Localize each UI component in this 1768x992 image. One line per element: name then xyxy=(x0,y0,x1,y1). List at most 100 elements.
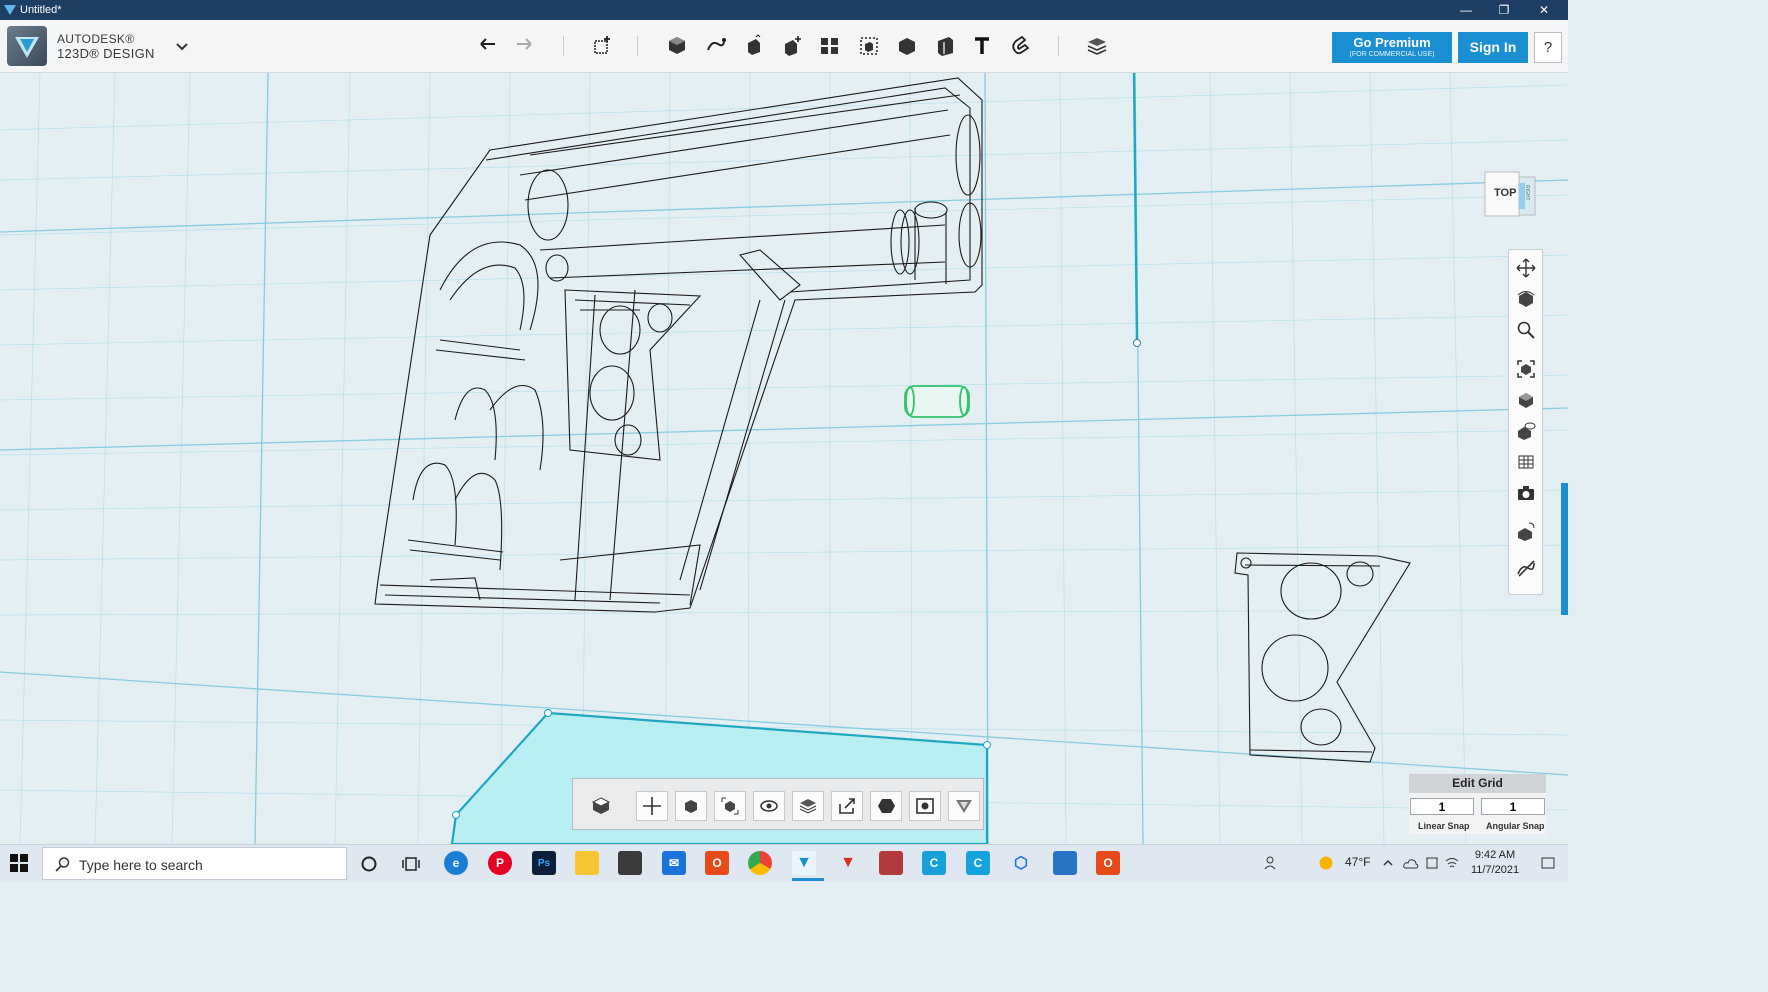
redo-button[interactable] xyxy=(510,32,538,60)
weather-temperature[interactable]: 47°F xyxy=(1345,855,1370,869)
task-view-icon[interactable] xyxy=(402,855,420,873)
wifi-icon[interactable] xyxy=(1445,856,1459,870)
text-button[interactable] xyxy=(968,32,996,60)
layers-button[interactable] xyxy=(792,791,824,821)
pinterest-icon[interactable]: P xyxy=(488,851,512,875)
snap-view-button[interactable] xyxy=(1513,518,1538,543)
3d-viewer-icon[interactable]: ⬡ xyxy=(1009,851,1033,875)
export-button[interactable] xyxy=(831,791,863,821)
app-menu-logo[interactable] xyxy=(7,26,47,66)
grid-cube-icon xyxy=(1518,455,1533,468)
close-button[interactable]: ✕ xyxy=(1526,0,1562,20)
construct-button[interactable] xyxy=(740,32,768,60)
windows-start-icon[interactable] xyxy=(10,854,28,872)
redo-icon xyxy=(517,38,532,50)
taskbar-clock[interactable]: 9:42 AM 11/7/2021 xyxy=(1460,848,1530,878)
fit-cube-icon xyxy=(721,797,739,815)
angular-snap-input[interactable]: 1 xyxy=(1481,798,1545,815)
chevron-down-icon[interactable] xyxy=(174,38,190,54)
combine-button[interactable] xyxy=(893,32,921,60)
snap-cube-icon xyxy=(1517,522,1534,541)
taskbar-search-box[interactable]: Type here to search xyxy=(42,847,347,880)
3d-viewport[interactable]: TOP RIGHT xyxy=(0,73,1568,844)
c-app-icon[interactable]: C xyxy=(922,851,946,875)
side-panel-toggle[interactable] xyxy=(1561,483,1568,615)
snap-button[interactable] xyxy=(1006,32,1034,60)
help-button[interactable]: ? xyxy=(1534,32,1562,63)
views-button[interactable] xyxy=(1513,387,1538,412)
people-icon[interactable] xyxy=(1264,855,1280,871)
grip-insert-wireframe xyxy=(1234,552,1411,763)
file-explorer-icon[interactable] xyxy=(575,851,599,875)
primitives-button[interactable] xyxy=(663,32,691,60)
layers-icon xyxy=(799,799,817,814)
search-placeholder: Type here to search xyxy=(79,857,203,873)
material-button[interactable] xyxy=(1083,32,1111,60)
orbit-cube-icon xyxy=(685,800,697,813)
modify-button[interactable] xyxy=(778,32,806,60)
edit-grid-button[interactable]: Edit Grid xyxy=(1409,774,1546,793)
eye-icon xyxy=(760,800,778,812)
cube-icon xyxy=(669,37,685,54)
photos-icon[interactable] xyxy=(1053,851,1077,875)
zoom-fit-button[interactable] xyxy=(714,791,746,821)
toolbar-divider xyxy=(563,36,564,56)
minimize-button[interactable]: — xyxy=(1448,0,1484,20)
app-logo-icon xyxy=(4,5,16,15)
visibility-button[interactable] xyxy=(1513,418,1538,443)
measure-button[interactable] xyxy=(931,32,959,60)
screenshot-tool-button[interactable] xyxy=(909,791,941,821)
go-premium-button[interactable]: Go Premium (FOR COMMERCIAL USE) xyxy=(1332,32,1452,63)
edge-browser-icon[interactable]: e xyxy=(444,851,468,875)
solid-view-button[interactable] xyxy=(870,791,902,821)
visibility-tool-button[interactable] xyxy=(753,791,785,821)
cortana-circle-icon[interactable] xyxy=(360,855,378,873)
3d-builder-icon[interactable] xyxy=(879,851,903,875)
photoshop-icon[interactable]: Ps xyxy=(532,851,556,875)
onedrive-cloud-icon[interactable] xyxy=(1403,856,1419,870)
hide-sketch-button[interactable] xyxy=(1513,555,1538,580)
sketch-pencil-icon xyxy=(707,38,726,51)
pan-tool-button[interactable] xyxy=(636,791,668,821)
logo-button[interactable] xyxy=(948,791,980,821)
solid-hexagon-icon xyxy=(878,799,895,813)
c-app-2-icon[interactable]: C xyxy=(966,851,990,875)
viewcube-toggle-button[interactable] xyxy=(585,791,617,821)
pattern-button[interactable] xyxy=(816,32,844,60)
viewcube-right-label: RIGHT xyxy=(1524,185,1530,201)
chevron-up-icon[interactable] xyxy=(1382,857,1394,869)
fit-to-view-icon xyxy=(1516,359,1535,378)
sketch-button[interactable] xyxy=(702,32,730,60)
edit-grid-panel: Edit Grid 1 1 Linear Snap Angular Snap xyxy=(1409,774,1546,834)
restore-button[interactable]: ❐ xyxy=(1486,0,1522,20)
123d-logo-icon xyxy=(15,37,39,58)
viewport-canvas[interactable] xyxy=(0,73,1568,844)
notification-icon[interactable] xyxy=(1540,855,1556,871)
sign-in-button[interactable]: Sign In xyxy=(1458,32,1528,63)
device-icon[interactable] xyxy=(1425,856,1439,870)
transform-button[interactable] xyxy=(588,32,616,60)
pattern-icon xyxy=(821,38,838,54)
linear-snap-input[interactable]: 1 xyxy=(1410,798,1474,815)
linear-snap-label: Linear Snap xyxy=(1418,821,1470,831)
orbit-button[interactable] xyxy=(1513,286,1538,311)
chrome-icon[interactable] xyxy=(748,851,772,875)
undo-button[interactable] xyxy=(474,32,502,60)
zoom-button[interactable] xyxy=(1513,317,1538,342)
pan-arrows-icon xyxy=(1516,258,1535,277)
fit-button[interactable] xyxy=(1513,356,1538,381)
office-icon[interactable]: O xyxy=(705,851,729,875)
zoom-magnifier-icon xyxy=(1517,321,1535,339)
materials-outlines-button[interactable] xyxy=(1513,449,1538,474)
autodesk-app-icon[interactable]: ▼ xyxy=(836,851,860,875)
grouping-button[interactable] xyxy=(855,32,883,60)
screenshot-button[interactable] xyxy=(1513,480,1538,505)
office-2-icon[interactable]: O xyxy=(1096,851,1120,875)
pan-button[interactable] xyxy=(1513,255,1538,280)
weather-sun-icon[interactable] xyxy=(1318,855,1334,871)
mail-icon[interactable]: ✉ xyxy=(662,851,686,875)
viewcube[interactable]: TOP RIGHT xyxy=(1484,171,1538,217)
123d-design-taskbar-icon[interactable]: ▼ xyxy=(792,851,816,875)
microsoft-store-icon[interactable] xyxy=(618,851,642,875)
orbit-object-button[interactable] xyxy=(675,791,707,821)
